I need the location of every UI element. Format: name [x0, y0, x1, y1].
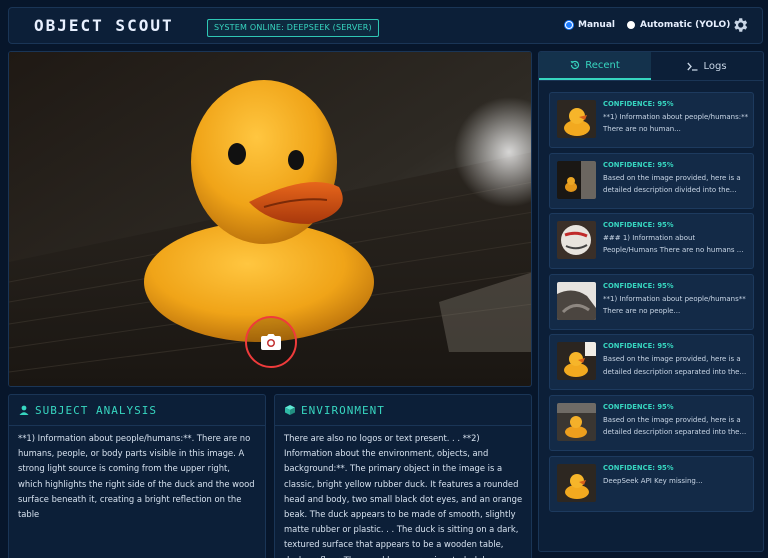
recent-item-text: Based on the image provided, here is a d…	[603, 173, 741, 194]
recent-item-text: **1) Information about people/humans:** …	[603, 113, 749, 134]
cube-icon	[285, 405, 295, 415]
gear-icon[interactable]	[731, 16, 749, 34]
camera-feed	[8, 51, 532, 387]
recent-item-confidence: CONFIDENCE: 95%	[603, 463, 674, 472]
tab-logs-label: Logs	[703, 60, 727, 72]
recent-item-thumbnail	[557, 402, 596, 441]
mode-automatic-option[interactable]: Automatic (YOLO)	[627, 20, 730, 30]
recent-item-thumbnail	[557, 281, 596, 320]
recent-item-text: DeepSeek API Key missing...	[603, 476, 703, 485]
user-icon	[19, 405, 29, 415]
manual-radio[interactable]	[565, 21, 573, 29]
recent-item-text: Based on the image provided, here is a d…	[603, 355, 747, 376]
recent-item-text: **1) Information about people/humans** T…	[603, 294, 746, 316]
environment-panel: ENVIRONMENT There are also no logos or t…	[274, 394, 532, 558]
recent-item-confidence: CONFIDENCE: 95%	[603, 221, 674, 230]
tab-logs[interactable]: Logs	[651, 52, 763, 80]
recent-item-thumbnail	[557, 342, 596, 381]
tab-recent[interactable]: Recent	[539, 52, 651, 80]
recent-item-text: ### 1) Information about People/Humans T…	[603, 234, 744, 255]
automatic-radio[interactable]	[627, 21, 635, 29]
tab-recent-label: Recent	[585, 59, 620, 71]
mode-manual-option[interactable]: Manual	[565, 20, 615, 30]
environment-title: ENVIRONMENT	[301, 403, 385, 417]
recent-item-confidence: CONFIDENCE: 95%	[603, 342, 674, 351]
capture-button[interactable]	[245, 316, 297, 368]
recent-list: CONFIDENCE: 95% **1) Information about p…	[539, 81, 763, 512]
top-bar: OBJECT SCOUT SYSTEM ONLINE: DEEPSEEK (SE…	[8, 7, 763, 44]
environment-header: ENVIRONMENT	[275, 395, 531, 426]
subject-analysis-panel: SUBJECT ANALYSIS **1) Information about …	[8, 394, 266, 558]
recent-item-text: Based on the image provided, here is a d…	[603, 415, 747, 437]
manual-label: Manual	[578, 20, 616, 30]
subject-analysis-text: **1) Information about people/humans:**.…	[18, 433, 255, 520]
camera-icon	[261, 334, 281, 350]
sidebar-tabs: Recent Logs	[539, 52, 763, 81]
history-sidebar: Recent Logs CONFIDENCE: 95% **1) Informa…	[538, 51, 764, 552]
terminal-icon	[687, 62, 698, 71]
recent-item-confidence: CONFIDENCE: 95%	[603, 402, 674, 411]
automatic-label: Automatic (YOLO)	[640, 20, 731, 30]
recent-item[interactable]: CONFIDENCE: 95% Based on the image provi…	[549, 394, 754, 451]
recent-item[interactable]: CONFIDENCE: 95% DeepSeek API Key missing…	[549, 455, 754, 512]
recent-item-thumbnail	[557, 160, 596, 199]
recent-item-thumbnail	[557, 463, 596, 502]
recent-item[interactable]: CONFIDENCE: 95% Based on the image provi…	[549, 152, 754, 209]
subject-analysis-header: SUBJECT ANALYSIS	[9, 395, 265, 426]
history-icon	[570, 60, 580, 70]
recent-item-confidence: CONFIDENCE: 95%	[603, 100, 674, 108]
status-badge: SYSTEM ONLINE: DEEPSEEK (SERVER)	[207, 19, 379, 37]
recent-item[interactable]: CONFIDENCE: 95% ### 1) Information about…	[549, 213, 754, 270]
environment-text: There are also no logos or text present.…	[284, 433, 523, 558]
recent-item-confidence: CONFIDENCE: 95%	[603, 160, 674, 169]
app-title: OBJECT SCOUT	[34, 16, 174, 35]
recent-item[interactable]: CONFIDENCE: 95% **1) Information about p…	[549, 273, 754, 330]
recent-item[interactable]: CONFIDENCE: 95% **1) Information about p…	[549, 92, 754, 148]
recent-item-thumbnail	[557, 221, 596, 260]
subject-analysis-title: SUBJECT ANALYSIS	[35, 403, 157, 417]
recent-item[interactable]: CONFIDENCE: 95% Based on the image provi…	[549, 334, 754, 391]
recent-item-confidence: CONFIDENCE: 95%	[603, 281, 674, 290]
recent-item-thumbnail	[557, 100, 596, 138]
